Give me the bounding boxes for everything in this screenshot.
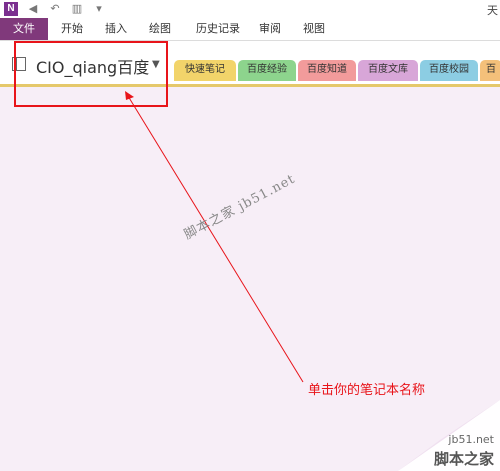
corner-site-text: jb51.net bbox=[448, 433, 494, 446]
annotation-text: 单击你的笔记本名称 bbox=[308, 383, 426, 398]
corner-brand-text: 脚本之家 bbox=[433, 450, 494, 468]
